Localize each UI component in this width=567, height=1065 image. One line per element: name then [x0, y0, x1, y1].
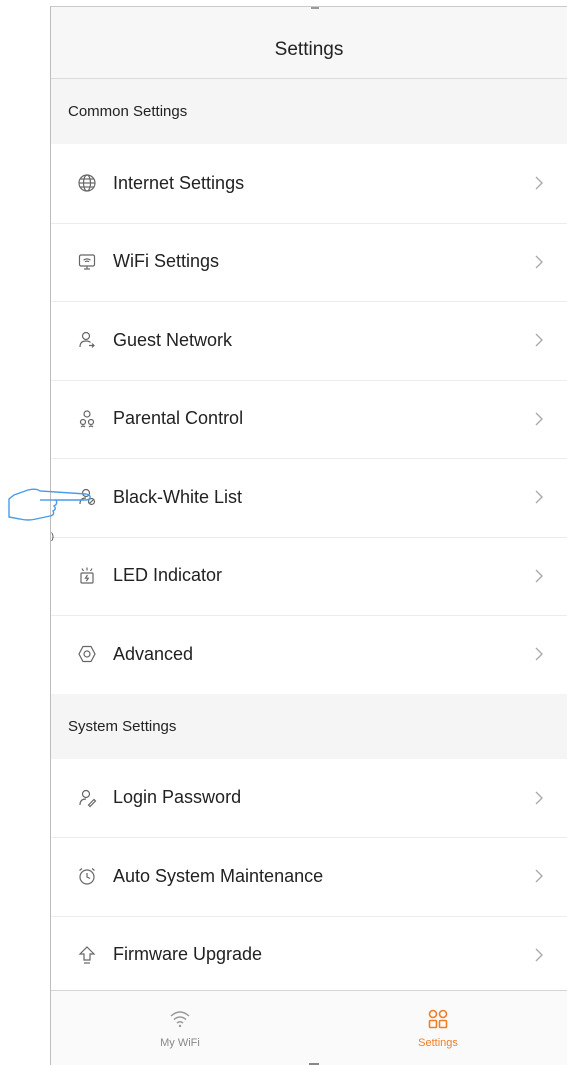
wifi-settings-icon	[75, 250, 99, 274]
phone-screen: Settings Common Settings Internet Settin…	[50, 6, 567, 1065]
wifi-icon	[170, 1011, 190, 1028]
menu-item-label: Auto System Maintenance	[113, 865, 324, 886]
chevron-right-icon	[529, 409, 549, 429]
menu-item-label: Firmware Upgrade	[113, 944, 263, 965]
menu-item-label: Advanced	[113, 643, 194, 664]
menu-item-label: WiFi Settings	[113, 251, 220, 272]
menu-item-internet-settings[interactable]: Internet Settings	[51, 144, 567, 223]
chevron-right-icon	[529, 566, 549, 586]
alarm-clock-icon	[75, 864, 99, 888]
menu-item-advanced[interactable]: Advanced	[51, 615, 567, 694]
hand-pointer-icon	[8, 488, 91, 521]
chevron-right-icon	[529, 487, 549, 507]
menu-item-firmware-upgrade[interactable]: Firmware Upgrade	[51, 915, 567, 994]
menu-item-parental-control[interactable]: Parental Control	[51, 379, 567, 458]
settings-grid-icon	[428, 1009, 448, 1029]
tab-label-my-wifi: My WiFi	[160, 1037, 200, 1049]
chevron-right-icon	[529, 644, 549, 664]
page-title: Settings	[274, 38, 344, 60]
header: Settings	[51, 7, 567, 79]
menu-item-label: Parental Control	[113, 408, 244, 429]
chevron-right-icon	[529, 173, 549, 193]
chevron-right-icon	[529, 252, 549, 272]
parental-control-icon	[75, 407, 99, 431]
menu-item-label: Login Password	[113, 787, 242, 808]
tab-bar: My WiFi Settings	[51, 990, 567, 1065]
top-notch	[311, 7, 319, 9]
led-indicator-icon	[75, 564, 99, 588]
chevron-right-icon	[529, 866, 549, 886]
menu-item-label: Guest Network	[113, 329, 233, 350]
section-title-system: System Settings	[51, 693, 567, 759]
menu-item-guest-network[interactable]: Guest Network	[51, 301, 567, 380]
common-settings-list: Internet Settings WiFi Settings Guest Ne…	[51, 144, 567, 694]
upgrade-arrow-icon	[75, 943, 99, 967]
tab-settings[interactable]: Settings	[309, 991, 567, 1065]
cursor-mark: )	[51, 531, 54, 541]
tab-label-settings: Settings	[418, 1037, 458, 1049]
globe-icon	[75, 171, 99, 195]
menu-item-label: Black-White List	[113, 486, 243, 507]
menu-item-auto-system-maintenance[interactable]: Auto System Maintenance	[51, 837, 567, 916]
menu-item-label: LED Indicator	[113, 565, 223, 586]
section-title-common: Common Settings	[51, 79, 567, 144]
chevron-right-icon	[529, 788, 549, 808]
menu-item-led-indicator[interactable]: LED Indicator	[51, 536, 567, 615]
menu-item-label: Internet Settings	[113, 172, 245, 193]
system-settings-list: Login Password Auto System Maintenance F…	[51, 758, 567, 994]
advanced-hexagon-icon	[75, 642, 99, 666]
tab-my-wifi[interactable]: My WiFi	[51, 991, 309, 1065]
chevron-right-icon	[529, 945, 549, 965]
menu-item-login-password[interactable]: Login Password	[51, 758, 567, 837]
menu-item-black-white-list[interactable]: Black-White List	[51, 458, 567, 537]
login-password-icon	[75, 786, 99, 810]
guest-user-icon	[75, 328, 99, 352]
chevron-right-icon	[529, 330, 549, 350]
menu-item-wifi-settings[interactable]: WiFi Settings	[51, 222, 567, 301]
